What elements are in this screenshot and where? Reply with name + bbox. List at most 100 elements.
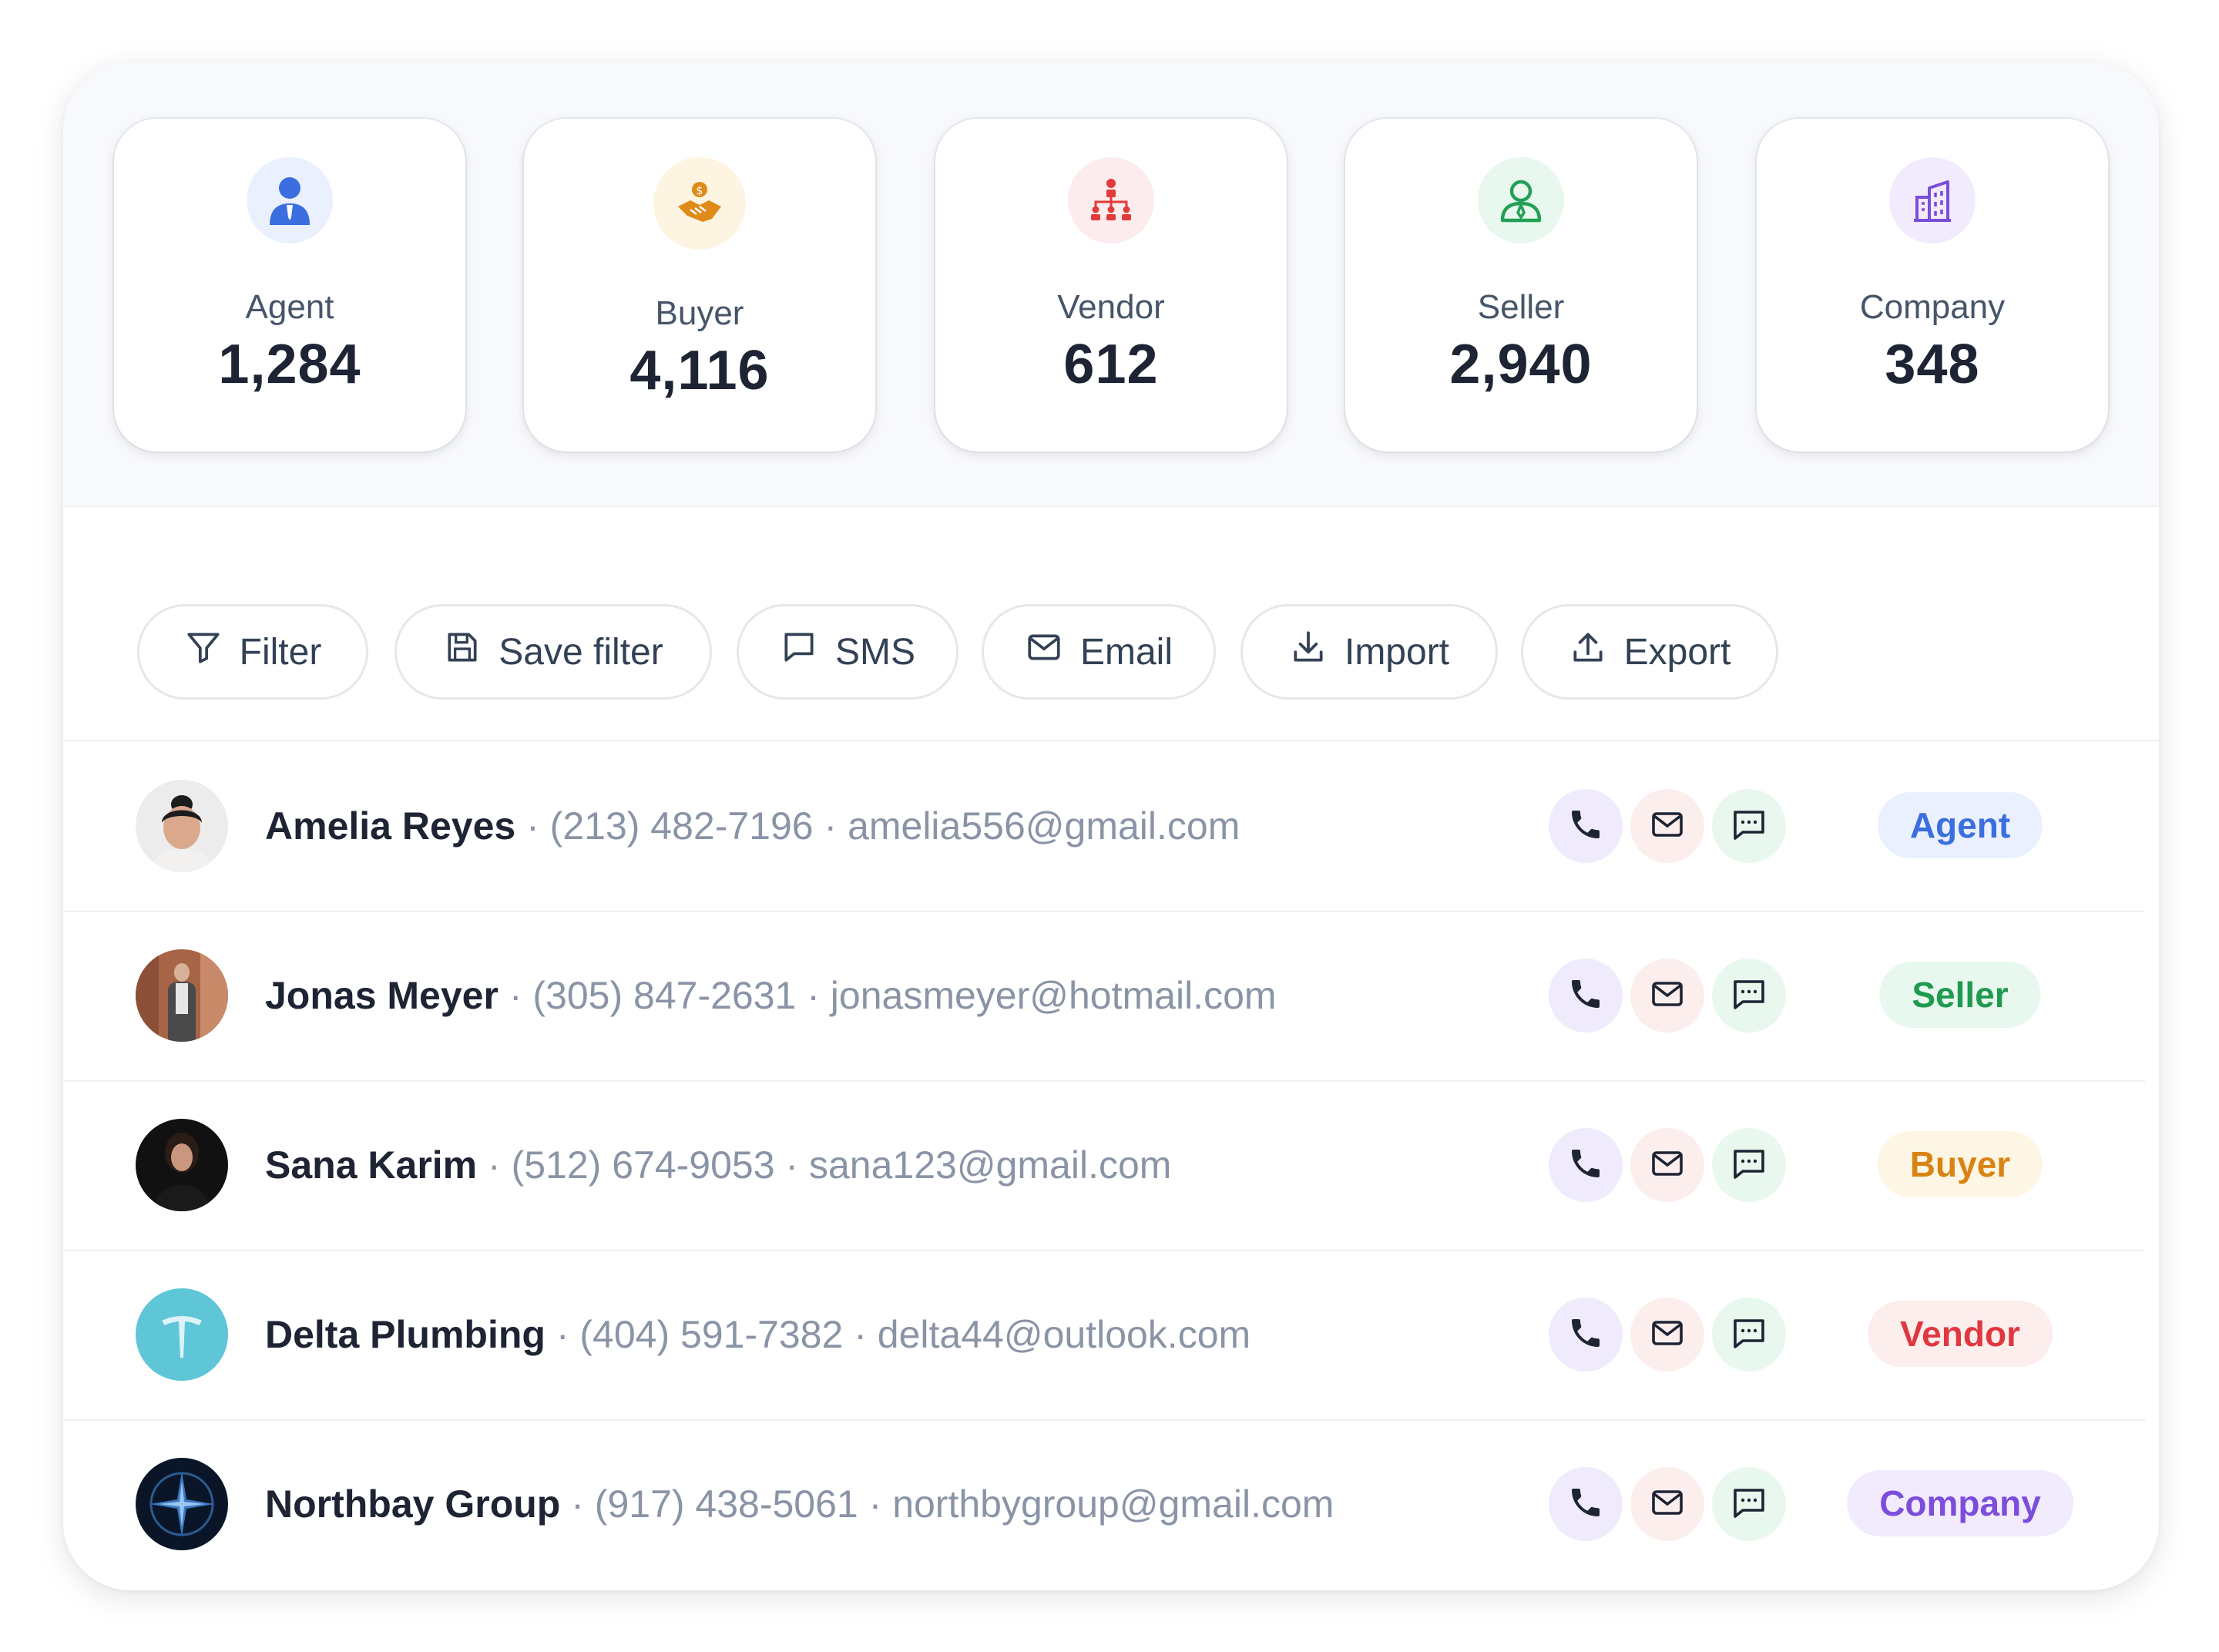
- stat-label: Vendor: [1057, 288, 1165, 326]
- mail-icon: [1649, 975, 1686, 1016]
- call-button[interactable]: [1549, 1467, 1623, 1541]
- sms-button[interactable]: SMS: [737, 604, 958, 700]
- contact-phone: (305) 847-2631: [532, 974, 797, 1017]
- stat-value: 1,284: [218, 334, 361, 395]
- hierarchy-icon: [1068, 157, 1154, 243]
- filter-button[interactable]: Filter: [137, 604, 368, 700]
- export-label: Export: [1623, 631, 1731, 673]
- filter-label: Filter: [239, 631, 322, 673]
- contact-row[interactable]: Delta Plumbing · (404) 591-7382 · delta4…: [63, 1250, 2145, 1421]
- save-filter-button[interactable]: Save filter: [394, 604, 712, 700]
- contact-row[interactable]: Sana Karim · (512) 674-9053 · sana123@gm…: [63, 1080, 2145, 1251]
- contact-name[interactable]: Northbay Group: [265, 1482, 560, 1526]
- contact-email: amelia556@gmail.com: [848, 804, 1240, 848]
- filter-icon: [184, 628, 223, 676]
- contact-name[interactable]: Delta Plumbing: [265, 1312, 546, 1357]
- import-button[interactable]: Import: [1240, 604, 1498, 700]
- stat-label: Buyer: [655, 294, 744, 332]
- avatar: [136, 780, 228, 872]
- action-toolbar: Filter Save filter SMS Email Import Expo…: [63, 507, 2159, 741]
- contact-phone: (404) 591-7382: [579, 1313, 844, 1356]
- contact-info: Sana Karim · (512) 674-9053 · sana123@gm…: [265, 1080, 1171, 1250]
- mail-icon: [1649, 1484, 1686, 1525]
- chat-button[interactable]: [1712, 1128, 1786, 1202]
- chat-icon: [1731, 806, 1767, 847]
- tag-badge: Buyer: [1877, 1131, 2043, 1197]
- call-button[interactable]: [1549, 959, 1623, 1032]
- mail-icon: [1649, 1315, 1686, 1355]
- contact-email: jonasmeyer@hotmail.com: [830, 974, 1277, 1017]
- stat-card-seller[interactable]: Seller 2,940: [1345, 119, 1697, 452]
- chat-icon: [1731, 1484, 1767, 1525]
- tag-badge: Seller: [1879, 962, 2041, 1028]
- tag-badge: Company: [1847, 1470, 2073, 1536]
- mail-button[interactable]: [1630, 1128, 1704, 1202]
- phone-icon: [1567, 1315, 1604, 1355]
- phone-icon: [1567, 975, 1604, 1016]
- chat-button[interactable]: [1712, 1467, 1786, 1541]
- phone-icon: [1567, 1484, 1604, 1525]
- export-button[interactable]: Export: [1521, 604, 1778, 700]
- separator: ·: [785, 1143, 799, 1187]
- chat-button[interactable]: [1712, 1298, 1786, 1372]
- contact-phone: (917) 438-5061: [594, 1482, 858, 1526]
- stat-value: 348: [1885, 334, 1980, 395]
- separator: ·: [526, 804, 539, 848]
- avatar: [136, 1119, 228, 1211]
- user-outline-icon: [1478, 157, 1564, 243]
- contact-info: Delta Plumbing · (404) 591-7382 · delta4…: [265, 1250, 1250, 1419]
- contact-name[interactable]: Sana Karim: [265, 1143, 477, 1187]
- stat-card-agent[interactable]: Agent 1,284: [114, 119, 465, 452]
- phone-icon: [1567, 806, 1604, 847]
- stat-card-buyer[interactable]: $ Buyer 4,116: [524, 119, 875, 452]
- stat-label: Company: [1859, 288, 2006, 326]
- contact-phone: (512) 674-9053: [511, 1143, 775, 1187]
- save-filter-label: Save filter: [499, 631, 663, 673]
- phone-icon: [1567, 1145, 1604, 1186]
- separator: ·: [571, 1482, 584, 1526]
- stat-label: Seller: [1477, 288, 1565, 326]
- contact-row[interactable]: Northbay Group · (917) 438-5061 · northb…: [63, 1419, 2145, 1589]
- stat-card-vendor[interactable]: Vendor 612: [935, 119, 1287, 452]
- import-label: Import: [1344, 631, 1450, 673]
- chat-button[interactable]: [1712, 789, 1786, 863]
- sms-label: SMS: [834, 631, 915, 673]
- separator: ·: [807, 974, 820, 1017]
- mail-icon: [1649, 1145, 1686, 1186]
- call-button[interactable]: [1549, 789, 1623, 863]
- contact-email: delta44@outlook.com: [877, 1313, 1251, 1356]
- contact-row[interactable]: Jonas Meyer · (305) 847-2631 · jonasmeye…: [63, 911, 2145, 1082]
- contact-email: sana123@gmail.com: [808, 1143, 1172, 1187]
- mail-icon: [1649, 806, 1686, 847]
- stat-label: Agent: [245, 288, 334, 326]
- contacts-card: Agent 1,284 $ Buyer 4,116 Vendor 612 Sel…: [63, 62, 2159, 1590]
- contact-name[interactable]: Jonas Meyer: [265, 973, 499, 1018]
- separator: ·: [824, 804, 838, 848]
- tag-badge: Vendor: [1868, 1301, 2053, 1367]
- save-icon: [443, 628, 482, 676]
- upload-icon: [1569, 628, 1607, 676]
- separator: ·: [854, 1313, 867, 1356]
- mail-button[interactable]: [1630, 789, 1704, 863]
- email-label: Email: [1079, 631, 1173, 673]
- stat-value: 4,116: [629, 340, 770, 401]
- stat-card-company[interactable]: Company 348: [1757, 119, 2108, 452]
- email-button[interactable]: Email: [982, 604, 1216, 700]
- avatar: [136, 1288, 228, 1381]
- contact-row[interactable]: Amelia Reyes · (213) 482-7196 · amelia55…: [63, 741, 2145, 912]
- stat-value: 612: [1063, 334, 1159, 395]
- stat-value: 2,940: [1449, 334, 1593, 395]
- call-button[interactable]: [1549, 1298, 1623, 1372]
- avatar: [136, 1458, 228, 1550]
- chat-button[interactable]: [1712, 959, 1786, 1032]
- tag-badge: Agent: [1877, 792, 2043, 858]
- mail-button[interactable]: [1630, 1298, 1704, 1372]
- separator: ·: [488, 1143, 501, 1187]
- chat-icon: [1731, 1315, 1767, 1355]
- mail-button[interactable]: [1630, 959, 1704, 1032]
- contact-email: northbygroup@gmail.com: [892, 1482, 1334, 1526]
- avatar: [136, 949, 228, 1042]
- call-button[interactable]: [1549, 1128, 1623, 1202]
- mail-button[interactable]: [1630, 1467, 1704, 1541]
- contact-name[interactable]: Amelia Reyes: [265, 804, 515, 848]
